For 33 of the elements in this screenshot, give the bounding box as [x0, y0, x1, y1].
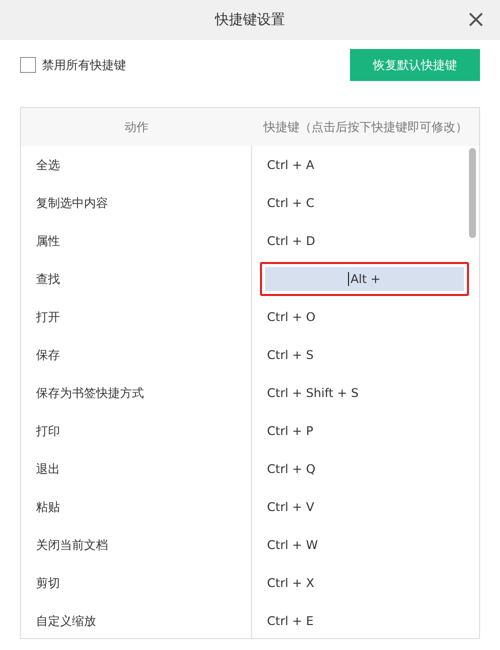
- shortcut-cell[interactable]: Ctrl + W: [252, 526, 479, 564]
- shortcut-cell[interactable]: Ctrl + O: [252, 298, 479, 336]
- shortcut-input-field[interactable]: Alt +: [260, 262, 469, 296]
- action-cell: 剪切: [21, 564, 252, 602]
- action-cell: 查找: [21, 260, 252, 298]
- shortcut-cell[interactable]: Ctrl + A: [252, 146, 479, 184]
- shortcut-cell[interactable]: Ctrl + S: [252, 336, 479, 374]
- shortcut-cell[interactable]: Ctrl + P: [252, 412, 479, 450]
- shortcut-cell[interactable]: Ctrl + D: [252, 222, 479, 260]
- shortcut-cell[interactable]: Ctrl + V: [252, 488, 479, 526]
- checkbox-label: 禁用所有快捷键: [42, 56, 126, 74]
- action-cell: 粘贴: [21, 488, 252, 526]
- shortcut-cell[interactable]: Ctrl + C: [252, 184, 479, 222]
- action-cell: 保存: [21, 336, 252, 374]
- action-cell: 打印: [21, 412, 252, 450]
- action-cell: 全选: [21, 146, 252, 184]
- window-title: 快捷键设置: [215, 11, 285, 29]
- close-button[interactable]: ×: [464, 6, 488, 32]
- shortcut-cell[interactable]: Ctrl + Q: [252, 450, 479, 488]
- action-cell: 打开: [21, 298, 252, 336]
- column-header: 动作: [124, 118, 150, 136]
- shortcut-cell[interactable]: Ctrl + Shift + S: [252, 374, 479, 412]
- column-header: 快捷键（点击后按下快捷键即可修改）: [262, 118, 468, 136]
- action-cell: 复制选中内容: [21, 184, 252, 222]
- action-cell: 退出: [21, 450, 252, 488]
- checkbox[interactable]: [20, 57, 36, 73]
- shortcut-cell[interactable]: Ctrl + E: [252, 602, 479, 638]
- action-cell: 保存为书签快捷方式: [21, 374, 252, 412]
- shortcut-cell[interactable]: Ctrl + X: [252, 564, 479, 602]
- scrollbar-thumb[interactable]: [469, 148, 476, 238]
- action-cell: 关闭当前文档: [21, 526, 252, 564]
- action-cell: 自定义缩放: [21, 602, 252, 638]
- action-cell: 属性: [21, 222, 252, 260]
